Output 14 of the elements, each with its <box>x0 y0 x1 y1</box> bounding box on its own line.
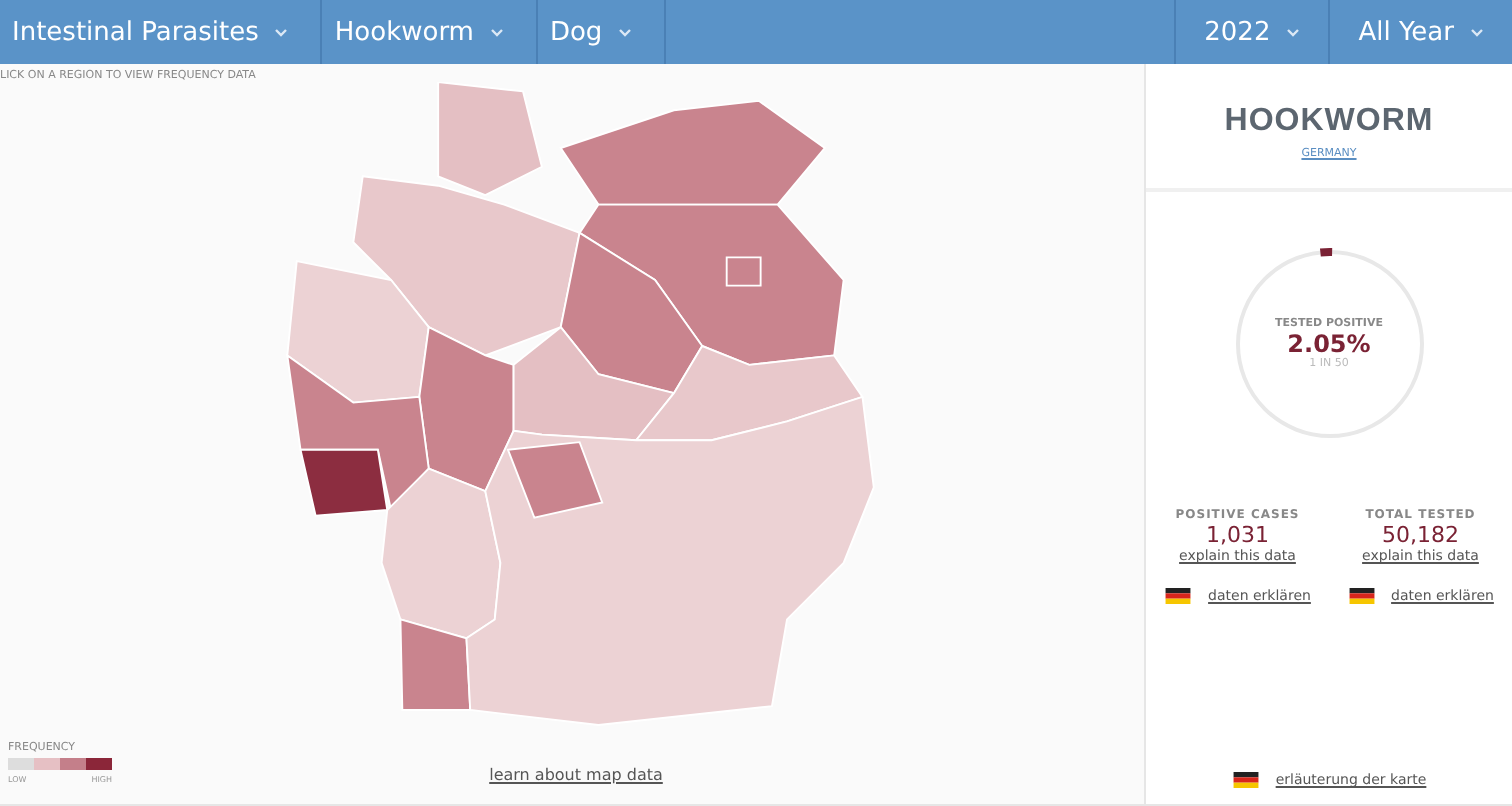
chevron-down-icon <box>1286 27 1301 37</box>
chevron-down-icon <box>489 27 504 37</box>
map-region[interactable] <box>299 448 389 517</box>
chevron-down-icon <box>1470 27 1484 37</box>
parasite-title: HOOKWORM <box>1224 104 1434 140</box>
flag-icon <box>1347 588 1376 604</box>
chevron-down-icon <box>274 27 289 37</box>
chevron-down-icon <box>618 27 633 37</box>
stat-value: 50,182 <box>1382 522 1459 548</box>
stat-value: 1,031 <box>1206 522 1269 548</box>
positive-rate: 2.05% <box>1287 330 1371 358</box>
flag-icon <box>1164 588 1193 604</box>
map-data-link[interactable]: learn about map data <box>489 766 663 784</box>
flag-icon <box>1231 772 1260 788</box>
